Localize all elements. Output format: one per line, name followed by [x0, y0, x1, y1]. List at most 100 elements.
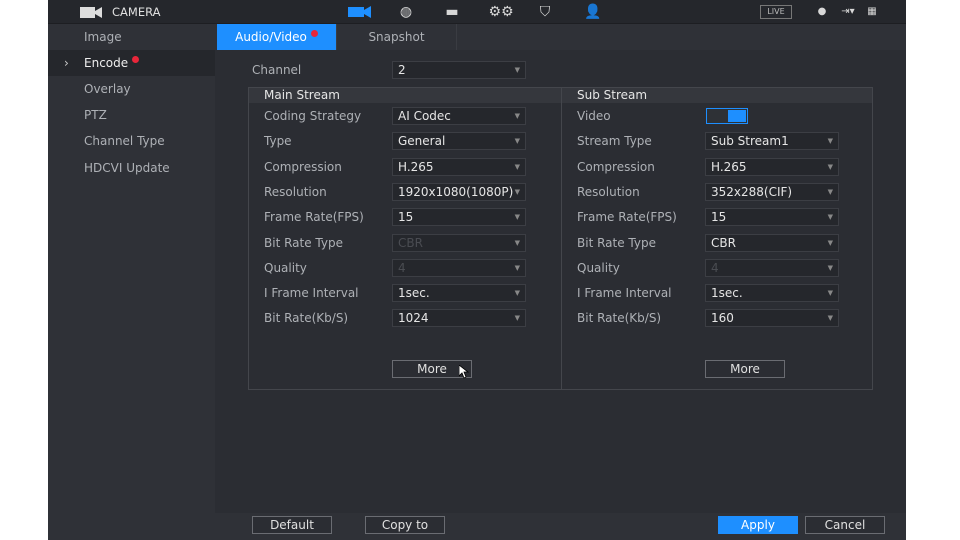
video-toggle[interactable]: [706, 108, 748, 124]
select-value: CBR: [398, 235, 423, 250]
sidebar-item-channel-type[interactable]: Channel Type: [48, 128, 215, 154]
field-select[interactable]: General ▼: [392, 132, 526, 151]
field-label: Resolution: [264, 184, 327, 199]
field-select: 4 ▼: [705, 258, 839, 277]
field-select[interactable]: 1024 ▼: [392, 309, 526, 328]
chevron-down-icon: ▼: [514, 162, 520, 171]
app-window: CAMERA ◍ ▬ ⚙⚙ ⛉ 👤 LIVE ● ⇥▾ ▦ Image › Enc…: [48, 0, 906, 540]
sidebar-item-label: Encode: [84, 56, 129, 70]
field-select[interactable]: Sub Stream1 ▼: [705, 132, 839, 151]
main-stream-title: Main Stream: [264, 88, 340, 102]
field-select[interactable]: AI Codec ▼: [392, 107, 526, 125]
field-label: Frame Rate(FPS): [264, 210, 364, 225]
chevron-down-icon: ▼: [514, 213, 520, 222]
user-icon[interactable]: ●: [814, 4, 830, 20]
channel-select[interactable]: 2 ▼: [392, 61, 526, 79]
sidebar-item-label: Overlay: [84, 82, 131, 96]
chevron-right-icon: ›: [64, 56, 69, 70]
field-label: I Frame Interval: [264, 286, 359, 301]
sidebar-item-image[interactable]: Image: [48, 24, 215, 50]
field-select[interactable]: 1sec. ▼: [392, 284, 526, 303]
toggle-knob: [728, 110, 746, 122]
camera-icon: [80, 7, 102, 18]
field-select[interactable]: 1sec. ▼: [705, 284, 839, 303]
chevron-down-icon: ▼: [514, 112, 520, 120]
qr-code-icon[interactable]: ▦: [864, 4, 880, 20]
select-value: H.265: [711, 159, 747, 174]
field-select[interactable]: H.265 ▼: [705, 157, 839, 176]
badge-dot: [132, 56, 140, 63]
copy-to-button[interactable]: Copy to: [365, 516, 445, 534]
sidebar-item-hdcvi-update[interactable]: HDCVI Update: [48, 155, 215, 181]
select-value: 4: [711, 260, 719, 275]
sidebar-item-encode[interactable]: › Encode: [48, 50, 215, 76]
tab-bar: Audio/Video Snapshot: [215, 24, 906, 50]
badge-dot: [310, 30, 318, 37]
select-value: General: [398, 134, 446, 149]
select-value: 1sec.: [711, 286, 743, 301]
sidebar-item-label: PTZ: [84, 108, 107, 122]
stream-panel: Main Stream Sub Stream Coding Strategy AI…: [248, 87, 873, 390]
live-button[interactable]: LIVE: [760, 5, 792, 19]
select-value: 4: [398, 260, 406, 275]
chevron-down-icon: ▼: [827, 162, 833, 171]
system-settings-icon[interactable]: ⚙⚙: [488, 4, 514, 20]
page-title: CAMERA: [112, 5, 161, 19]
field-label: Quality: [577, 260, 620, 275]
select-value: Sub Stream1: [711, 134, 789, 149]
sidebar-item-label: Channel Type: [84, 134, 165, 148]
mouse-cursor-icon: [459, 365, 469, 379]
field-label: Quality: [264, 260, 307, 275]
video-label: Video: [577, 109, 611, 123]
field-select[interactable]: 15 ▼: [392, 208, 526, 227]
tab-audio-video[interactable]: Audio/Video: [217, 24, 337, 50]
field-select[interactable]: H.265 ▼: [392, 157, 526, 176]
chevron-down-icon: ▼: [514, 66, 520, 74]
sidebar-item-overlay[interactable]: Overlay: [48, 76, 215, 102]
chevron-down-icon: ▼: [827, 289, 833, 298]
chevron-down-icon: ▼: [827, 213, 833, 222]
sub-more-button[interactable]: More: [705, 360, 785, 378]
chevron-down-icon: ▼: [514, 289, 520, 298]
sidebar: Image › Encode Overlay PTZ Channel Type H…: [48, 24, 215, 540]
field-select[interactable]: 1920x1080(1080P) ▼: [392, 182, 526, 201]
top-bar: CAMERA ◍ ▬ ⚙⚙ ⛉ 👤 LIVE ● ⇥▾ ▦: [48, 0, 906, 24]
default-button[interactable]: Default: [252, 516, 332, 534]
sidebar-item-label: HDCVI Update: [84, 161, 170, 175]
security-shield-icon[interactable]: ⛉: [537, 4, 553, 20]
account-icon[interactable]: 👤: [581, 4, 605, 20]
field-label: Bit Rate Type: [264, 235, 343, 250]
select-value: 2: [398, 63, 406, 77]
field-select[interactable]: CBR ▼: [705, 233, 839, 252]
field-label: Bit Rate Type: [577, 235, 656, 250]
field-label: Frame Rate(FPS): [577, 210, 677, 225]
field-select: 4 ▼: [392, 258, 526, 277]
network-icon[interactable]: ◍: [398, 4, 414, 20]
chevron-down-icon: ▼: [827, 263, 833, 272]
select-value: 15: [398, 210, 414, 225]
footer-bar: Default Copy to Apply Cancel: [215, 513, 906, 540]
chevron-down-icon: ▼: [827, 238, 833, 247]
field-label: Coding Strategy: [264, 109, 362, 123]
field-label: Stream Type: [577, 134, 652, 149]
field-select[interactable]: 15 ▼: [705, 208, 839, 227]
field-select: CBR ▼: [392, 233, 526, 252]
chevron-down-icon: ▼: [514, 187, 520, 196]
tab-snapshot[interactable]: Snapshot: [337, 24, 457, 50]
tab-label: Snapshot: [368, 30, 425, 44]
field-label: Bit Rate(Kb/S): [264, 311, 349, 326]
storage-icon[interactable]: ▬: [444, 4, 460, 20]
field-select[interactable]: 352x288(CIF) ▼: [705, 182, 839, 201]
field-select[interactable]: 160 ▼: [705, 309, 839, 328]
divider: [561, 88, 562, 389]
logout-icon[interactable]: ⇥▾: [838, 4, 858, 20]
camera-nav-icon[interactable]: [348, 6, 372, 18]
field-label: Compression: [577, 159, 655, 174]
select-value: 15: [711, 210, 727, 225]
cancel-button[interactable]: Cancel: [805, 516, 885, 534]
select-value: AI Codec: [398, 109, 451, 123]
sidebar-item-label: Image: [84, 30, 122, 44]
apply-button[interactable]: Apply: [718, 516, 798, 534]
sidebar-item-ptz[interactable]: PTZ: [48, 102, 215, 128]
field-label: Resolution: [577, 184, 640, 199]
